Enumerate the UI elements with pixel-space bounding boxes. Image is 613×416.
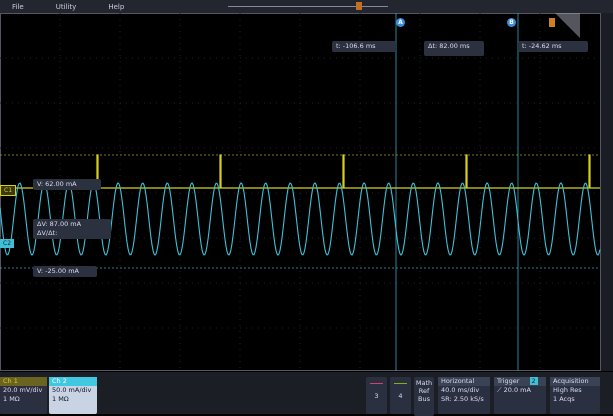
trigger-source: 2 [529, 377, 538, 385]
acquisition-badge[interactable]: Acquisition High Res 1 Acqs [550, 377, 600, 414]
right-panel-edge[interactable] [601, 13, 613, 371]
record-view-ruler[interactable] [228, 6, 388, 7]
cursor-v1-readout: V: 62.00 mA [33, 179, 101, 190]
ref-label: Ref [418, 387, 430, 395]
acquisition-title: Acquisition [550, 377, 600, 386]
ch2-scale: 50.0 mA/div [52, 386, 92, 394]
grid [0, 13, 600, 371]
horizontal-title: Horizontal [438, 377, 490, 386]
bus-label: Bus [418, 395, 430, 403]
ch2-offset-marker[interactable]: C2 [0, 239, 15, 248]
ch4-button[interactable]: 4 [390, 377, 411, 414]
cursor-a-time-readout: t: -106.6 ms [332, 41, 396, 52]
trigger-time-icon [549, 18, 555, 27]
horizontal-scale: 40.0 ms/div [441, 386, 480, 394]
menu-file[interactable]: File [12, 3, 24, 11]
horizontal-badge[interactable]: Horizontal 40.0 ms/div SR: 2.50 kS/s [438, 377, 490, 414]
ch1-scale: 20.0 mV/div [3, 386, 43, 394]
cursor-v2-readout: V: -25.00 mA [33, 266, 97, 277]
cursor-a-handle[interactable]: A [396, 18, 405, 27]
trigger-title: Trigger [497, 377, 520, 385]
ch2-badge[interactable]: Ch 2 50.0 mA/div 1 MΩ [49, 377, 97, 414]
menu-utility[interactable]: Utility [56, 3, 77, 11]
ch2-title: Ch 2 [49, 377, 97, 386]
sample-rate: SR: 2.50 kS/s [441, 395, 484, 403]
ch3-label: 3 [374, 392, 379, 400]
trigger-position-marker[interactable] [356, 2, 362, 10]
delta-v-dt: ΔV/Δt: [37, 229, 58, 237]
ch1-offset-marker[interactable]: C1 [0, 185, 17, 196]
math-label: Math [415, 379, 433, 387]
zoom-icon[interactable] [555, 13, 580, 38]
math-ref-bus-button[interactable]: Math Ref Bus [414, 377, 434, 416]
ch3-button[interactable]: 3 [366, 377, 387, 414]
trigger-level: 20.0 mA [503, 386, 531, 394]
ch1-title: Ch 1 [0, 377, 47, 386]
acquisition-mode: High Res [553, 386, 582, 394]
settings-bar: Ch 1 20.0 mV/div 1 MΩ Ch 2 50.0 mA/div 1… [0, 372, 613, 416]
cursor-delta-time-readout: Δt: 82.00 ms [424, 41, 484, 56]
ch1-impedance: 1 MΩ [3, 395, 20, 403]
menu-help[interactable]: Help [108, 3, 124, 11]
acquisition-count: 1 Acqs [553, 395, 575, 403]
ch1-badge[interactable]: Ch 1 20.0 mV/div 1 MΩ [0, 377, 47, 414]
cursor-b-handle[interactable]: B [507, 18, 516, 27]
cursor-b-time-readout: t: -24.62 ms [518, 41, 588, 52]
ch4-label: 4 [398, 392, 403, 400]
ch2-impedance: 1 MΩ [52, 395, 69, 403]
delta-v: ΔV: 87.00 mA [37, 220, 82, 228]
cursor-delta-v-readout: ΔV: 87.00 mA ΔV/Δt: [33, 219, 111, 239]
rising-edge-icon: ⟋ [497, 386, 502, 394]
trigger-badge[interactable]: Trigger 2 ⟋ 20.0 mA [494, 377, 546, 414]
waveform-plot [0, 13, 601, 371]
